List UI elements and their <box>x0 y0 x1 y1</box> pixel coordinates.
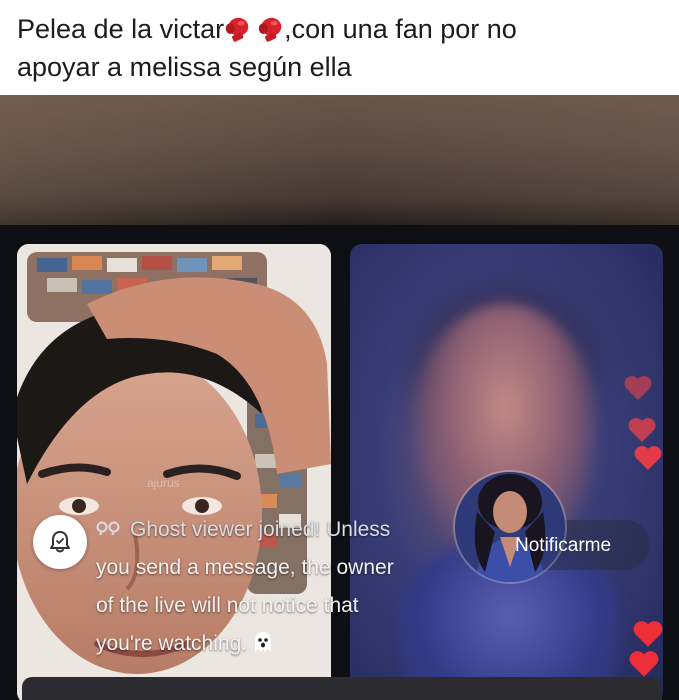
notice-line-4-text: you're watching. <box>96 632 253 655</box>
comment-input-bar[interactable] <box>22 677 662 700</box>
caption-line-1-prefix: Pelea de la victar <box>17 14 225 44</box>
caption-line-1-suffix: ,con una fan por no <box>284 14 517 44</box>
heart-icon <box>629 651 659 677</box>
boxing-glove-icon <box>225 17 249 42</box>
heart-icon <box>634 446 662 470</box>
heart-icon <box>633 621 663 647</box>
boxing-glove-icon <box>258 17 282 42</box>
notice-line-1: Ghost viewer joined! Unless <box>96 511 466 549</box>
caption-line-1: Pelea de la victar ,con una fan por no <box>17 10 667 48</box>
ghost-icon <box>254 632 271 652</box>
blurred-top-band <box>0 95 679 225</box>
post-caption: Pelea de la victar ,con una fan por no a… <box>17 10 667 86</box>
host-avatar[interactable] <box>453 470 567 584</box>
notice-line-4: you're watching. <box>96 625 466 663</box>
quote-icon <box>96 521 120 536</box>
notice-line-1-text: Ghost viewer joined! Unless <box>130 518 391 541</box>
caption-line-2: apoyar a melissa según ella <box>17 52 352 82</box>
bell-icon <box>50 531 70 553</box>
notification-bell-button[interactable] <box>33 515 87 569</box>
ghost-viewer-notice: Ghost viewer joined! Unless you send a m… <box>96 511 466 663</box>
host-avatar-image <box>455 472 565 582</box>
notice-line-2: you send a message, the owner <box>96 556 394 579</box>
heart-icon <box>624 376 652 400</box>
svg-text:ajurus: ajurus <box>147 476 180 490</box>
notify-me-label[interactable]: Notificarme <box>515 535 611 557</box>
notice-line-3: of the live will not notice that <box>96 594 359 617</box>
heart-icon <box>628 418 656 442</box>
